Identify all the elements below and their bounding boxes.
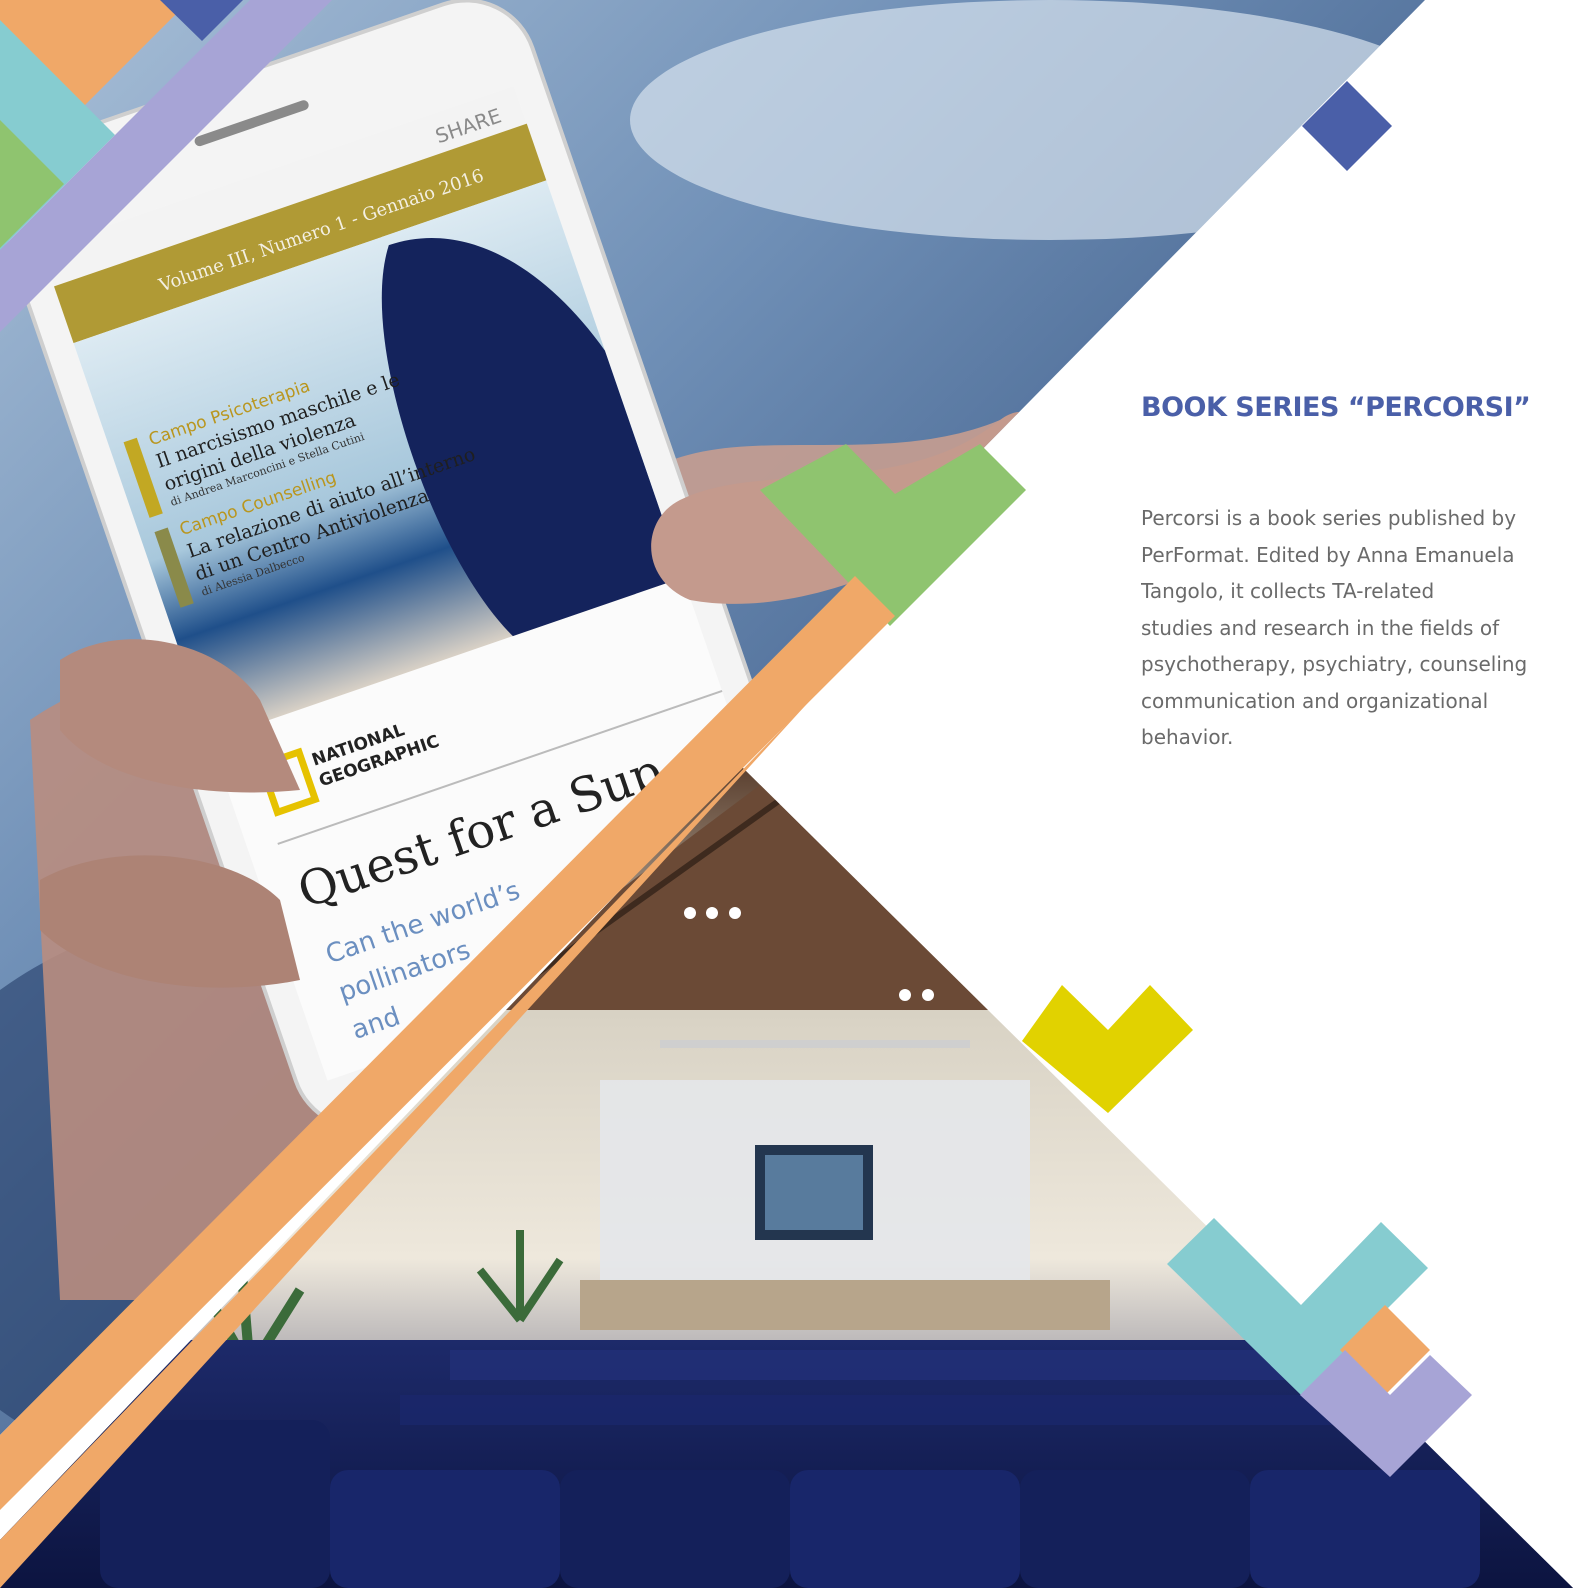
- page-title: BOOK SERIES “PERCORSI”: [1141, 392, 1531, 423]
- section-description: Percorsi is a book series published by P…: [1141, 500, 1573, 756]
- hero-graphic: SHARE Volume III, Numero 1 - Gennaio 201…: [0, 0, 1573, 1588]
- description-line: studies and research in the fields of: [1141, 615, 1500, 640]
- description-line: communication and organizational: [1141, 688, 1489, 713]
- description-line: behavior.: [1141, 725, 1234, 749]
- description-line: PerFormat. Edited by Anna Emanuela: [1141, 542, 1515, 567]
- description-line: psychotherapy, psychiatry, counseling: [1141, 652, 1528, 676]
- description-line: Tangolo, it collects TA-related: [1141, 579, 1435, 603]
- description-line: Percorsi is a book series published by: [1141, 506, 1517, 530]
